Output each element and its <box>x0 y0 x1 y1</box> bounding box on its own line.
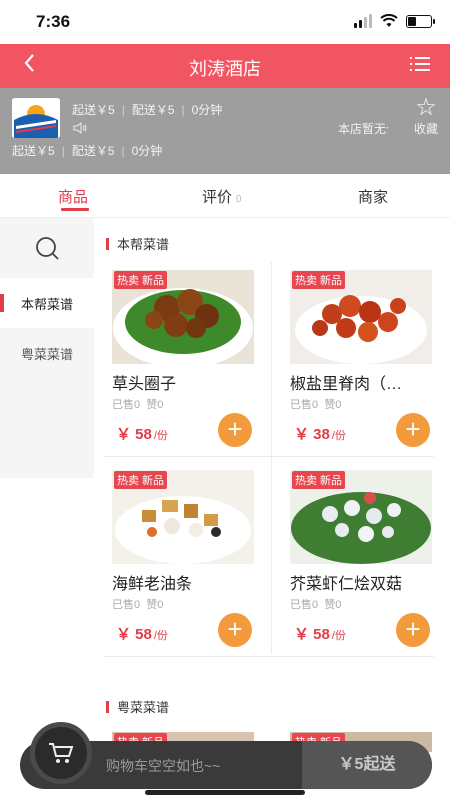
tab-reviews[interactable]: 评价 0 <box>202 186 242 207</box>
sold-count: 已售0 <box>112 399 141 411</box>
like-count: 赞0 <box>324 599 342 611</box>
price-unit: /份 <box>331 430 346 442</box>
battery-icon <box>406 14 435 28</box>
add-to-cart-button[interactable]: + <box>218 413 252 447</box>
delivery-fee-label-2: 配送￥5 <box>71 144 115 158</box>
cart-button[interactable] <box>30 722 92 784</box>
sold-count: 已售0 <box>290 599 319 611</box>
product-name: 椒盐里脊肉（… <box>290 376 403 393</box>
delivery-time-label: 0分钟 <box>191 103 223 117</box>
min-order-label-2: 起送￥5 <box>12 144 55 158</box>
product-tag: 热卖 新品 <box>292 471 346 489</box>
tab-goods[interactable]: 商品 <box>58 186 88 207</box>
like-count: 赞0 <box>324 399 342 411</box>
sidebar-item-benbang[interactable]: 本帮菜谱 <box>0 278 94 328</box>
status-time: 7:36 <box>36 12 71 31</box>
menu-button[interactable] <box>410 57 430 73</box>
list-icon <box>410 57 430 59</box>
favorite-label: 收藏 <box>413 122 438 136</box>
favorite-button[interactable]: ☆ 收藏 <box>414 96 438 137</box>
price-unit: /份 <box>153 430 168 442</box>
tab-indicator <box>61 208 89 211</box>
product-price: ￥ 58 <box>294 626 330 643</box>
section-title: 粤菜菜谱 <box>106 697 169 716</box>
category-sidebar: 本帮菜谱 粤菜菜谱 <box>0 218 94 478</box>
delivery-fee-label: 配送￥5 <box>131 103 175 117</box>
delivery-time-label-2: 0分钟 <box>131 144 163 158</box>
sold-count: 已售0 <box>290 399 319 411</box>
like-count: 赞0 <box>146 599 164 611</box>
product-price: ￥ 58 <box>116 626 152 643</box>
product-tag: 热卖 新品 <box>114 471 168 489</box>
speaker-icon <box>73 122 87 134</box>
search-icon <box>36 237 59 260</box>
tab-bar: 商品 评价 0 商家 <box>0 174 450 218</box>
wifi-icon <box>380 14 398 27</box>
shop-info-panel: 起送￥5|配送￥5|0分钟 起送￥5|配送￥5|0分钟 本店暂无公告 ☆ 收藏 <box>0 88 450 174</box>
search-button[interactable] <box>0 218 94 280</box>
star-icon: ☆ <box>415 94 437 121</box>
product-tag: 热卖 新品 <box>114 271 168 289</box>
top-header: 刘涛酒店 <box>0 44 450 88</box>
product-price: ￥ 38 <box>294 426 330 443</box>
shop-notice: 本店暂无公告 <box>338 122 388 136</box>
min-order-label: 起送￥5 <box>72 103 115 117</box>
sold-count: 已售0 <box>112 599 141 611</box>
product-card[interactable]: 热卖 新品 海鲜老油条 已售0 赞0 ￥ 58/份 + <box>112 470 270 656</box>
product-tag: 热卖 新品 <box>292 271 346 289</box>
product-card[interactable]: 热卖 新品 草头圈子 已售0 赞0 ￥ 58/份 + <box>112 270 270 456</box>
like-count: 赞0 <box>146 399 164 411</box>
signal-icon <box>354 14 372 28</box>
shop-logo <box>12 98 60 138</box>
price-unit: /份 <box>331 630 346 642</box>
add-to-cart-button[interactable]: + <box>218 613 252 647</box>
page-title: 刘涛酒店 <box>189 59 261 79</box>
add-to-cart-button[interactable]: + <box>396 413 430 447</box>
product-name: 草头圈子 <box>112 376 177 393</box>
status-bar: 7:36 <box>0 0 450 44</box>
add-to-cart-button[interactable]: + <box>396 613 430 647</box>
price-unit: /份 <box>153 630 168 642</box>
home-indicator <box>145 790 305 795</box>
product-card[interactable]: 热卖 新品 芥菜虾仁烩双菇 已售0 赞0 ￥ 58/份 + <box>290 470 448 656</box>
product-card[interactable]: 热卖 新品 椒盐里脊肉（… 已售0 赞0 ￥ 38/份 + <box>290 270 448 456</box>
review-count: 0 <box>236 194 242 205</box>
checkout-button[interactable]: ￥5起送 <box>302 741 432 789</box>
cart-empty-text: 购物车空空如也~~ <box>106 758 221 774</box>
sidebar-item-yuecai[interactable]: 粤菜菜谱 <box>0 328 94 378</box>
product-price: ￥ 58 <box>116 426 152 443</box>
section-title: 本帮菜谱 <box>106 234 169 253</box>
tab-merchant[interactable]: 商家 <box>358 186 388 207</box>
product-name: 海鲜老油条 <box>112 576 193 593</box>
cart-icon <box>49 743 74 763</box>
product-name: 芥菜虾仁烩双菇 <box>290 576 403 593</box>
